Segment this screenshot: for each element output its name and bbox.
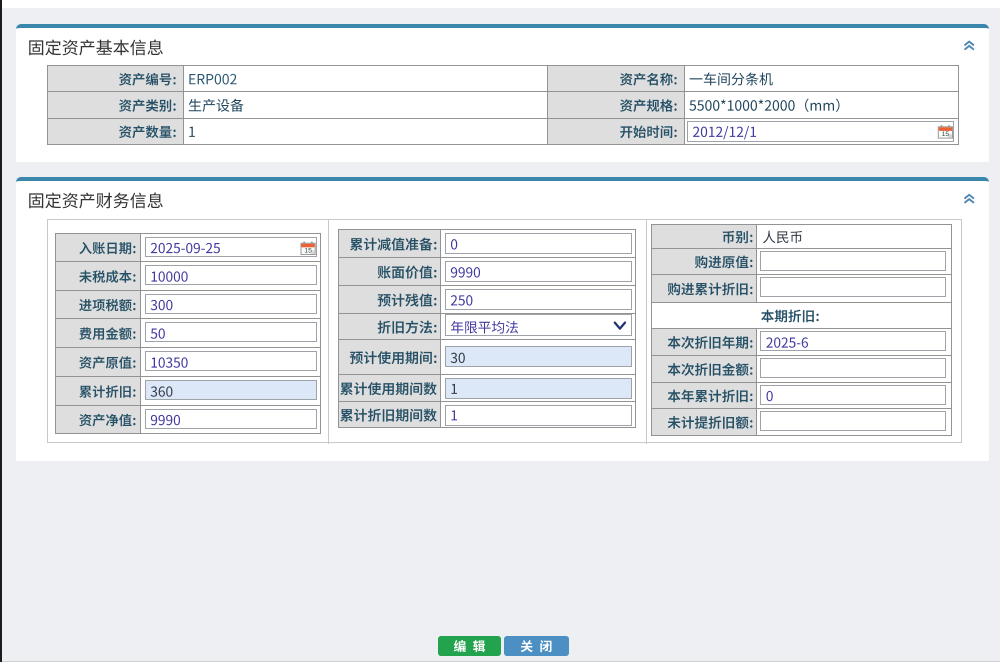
svg-text:15: 15 xyxy=(942,131,950,138)
svg-text:15: 15 xyxy=(304,247,312,254)
